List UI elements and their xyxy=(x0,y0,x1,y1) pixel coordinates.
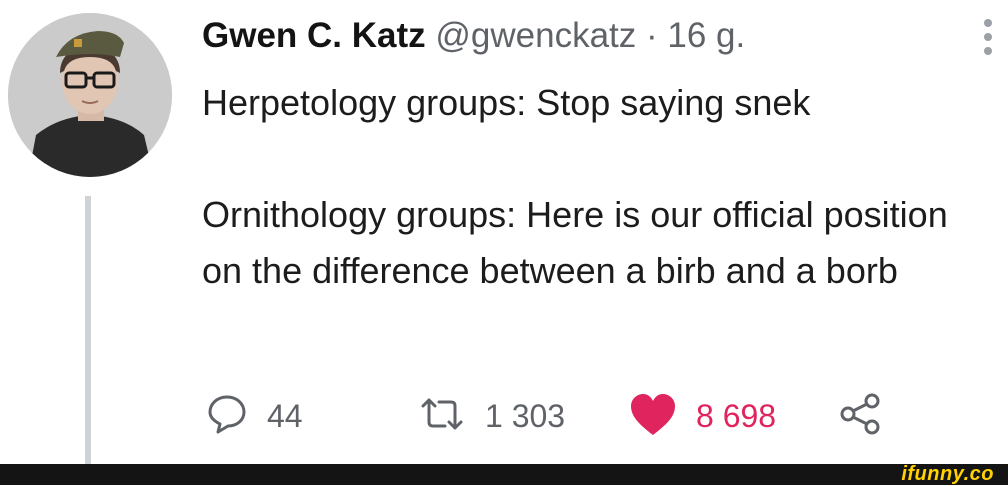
reply-count: 44 xyxy=(267,397,303,434)
reply-button[interactable]: 44 xyxy=(205,393,303,439)
timestamp[interactable]: 16 g. xyxy=(667,16,745,55)
thread-line xyxy=(85,196,91,464)
avatar[interactable] xyxy=(8,13,172,177)
tweet-paragraph: Herpetology groups: Stop saying snek xyxy=(202,82,811,123)
tweet-text: Herpetology groups: Stop saying snek Orn… xyxy=(202,75,982,299)
tweet-header: Gwen C. Katz @gwenckatz · 16 g. xyxy=(202,15,745,57)
footer-bar xyxy=(0,464,1008,485)
watermark: ifunny.co xyxy=(901,463,994,485)
separator-dot: · xyxy=(646,16,658,55)
retweet-count: 1 303 xyxy=(485,397,566,434)
like-count: 8 698 xyxy=(696,397,777,434)
retweet-arrows-icon xyxy=(417,392,467,441)
more-options-icon[interactable] xyxy=(982,17,994,57)
share-nodes-icon xyxy=(838,391,884,442)
retweet-button[interactable]: 1 303 xyxy=(417,393,565,439)
avatar-image xyxy=(8,13,172,177)
author-handle[interactable]: @gwenckatz xyxy=(435,16,636,55)
share-button[interactable] xyxy=(838,393,884,439)
like-button[interactable]: 8 698 xyxy=(628,393,776,439)
tweet-paragraph: Ornithology groups: Here is our official… xyxy=(202,194,948,291)
speech-bubble-icon xyxy=(205,392,249,441)
author-name[interactable]: Gwen C. Katz xyxy=(202,16,426,55)
heart-icon xyxy=(628,391,678,442)
tweet-actions: 44 1 303 8 698 xyxy=(205,393,905,439)
